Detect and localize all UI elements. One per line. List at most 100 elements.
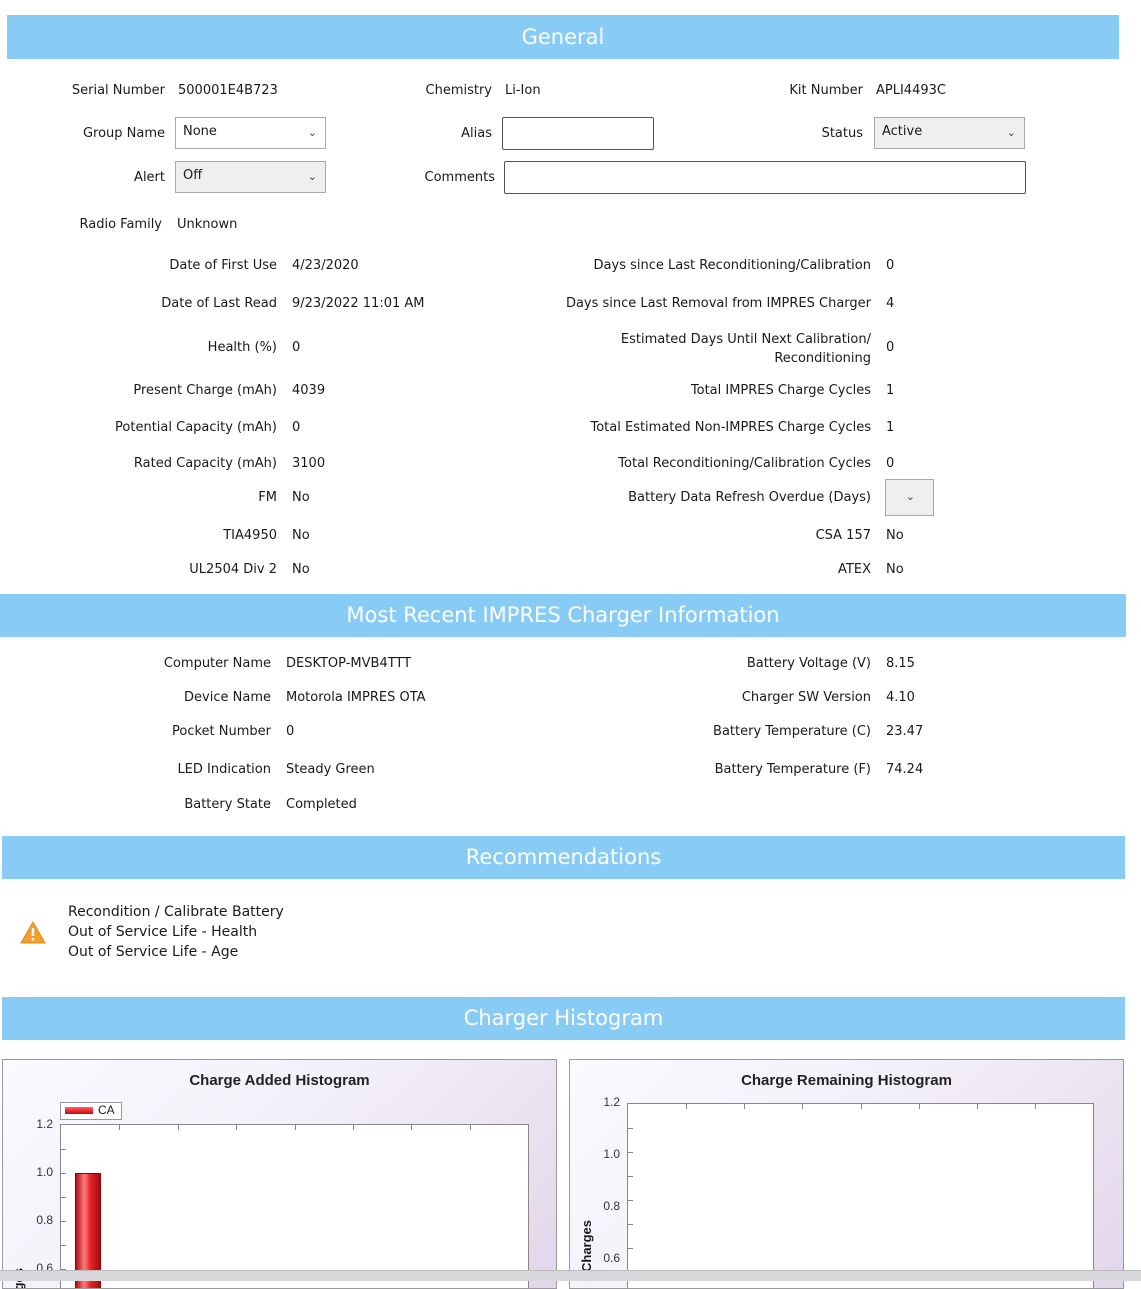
general-section-title: General — [521, 25, 605, 49]
est-days-next-cal-line2: Reconditioning — [774, 351, 871, 366]
charge-added-chart: Charge Added Histogram CA 1.2 1.0 0.8 0.… — [2, 1059, 557, 1289]
tia4950-label: TIA4950 — [223, 528, 277, 543]
ul2504-label: UL2504 Div 2 — [189, 562, 277, 577]
histogram-section-header: Charger Histogram — [2, 997, 1125, 1040]
atex-label: ATEX — [838, 562, 871, 577]
date-last-read-label: Date of Last Read — [161, 296, 277, 311]
group-name-dropdown[interactable]: None ⌄ — [175, 117, 326, 149]
alias-label: Alias — [461, 126, 492, 141]
status-label: Status — [821, 126, 863, 141]
group-name-label: Group Name — [82, 126, 165, 141]
refresh-overdue-dropdown[interactable]: ⌄ — [885, 479, 934, 516]
axis-tick — [744, 1104, 746, 1109]
radio-family-label: Radio Family — [79, 217, 163, 232]
legend-label-ca: CA — [98, 1103, 115, 1117]
horizontal-scrollbar[interactable] — [0, 1270, 1141, 1281]
rated-capacity-label: Rated Capacity (mAh) — [133, 456, 277, 471]
tia4950-value: No — [292, 528, 310, 543]
ul2504-value: No — [292, 562, 310, 577]
axis-tick — [628, 1152, 633, 1153]
y-tick-label: 1.2 — [603, 1095, 620, 1109]
recommendation-item: Out of Service Life - Age — [68, 944, 239, 960]
axis-tick — [61, 1197, 66, 1198]
battery-temp-c-value: 23.47 — [886, 724, 924, 739]
est-days-next-cal-label: Estimated Days Until Next Calibration/ R… — [621, 330, 871, 368]
comments-input[interactable] — [504, 161, 1026, 194]
kit-number-label: Kit Number — [789, 83, 863, 98]
charger-info-section-header: Most Recent IMPRES Charger Information — [0, 594, 1126, 637]
axis-tick — [61, 1245, 66, 1246]
days-since-recond-value: 0 — [886, 258, 895, 273]
chemistry-value: Li-Ion — [505, 83, 541, 98]
charge-added-chart-title: Charge Added Histogram — [189, 1072, 370, 1089]
atex-value: No — [886, 562, 904, 577]
alert-selected: Off — [183, 168, 203, 183]
radio-family-value: Unknown — [177, 217, 238, 232]
date-first-use-label: Date of First Use — [169, 258, 277, 273]
charger-info-section-title: Most Recent IMPRES Charger Information — [346, 603, 780, 627]
health-label: Health (%) — [207, 340, 277, 355]
chemistry-label: Chemistry — [425, 83, 493, 98]
histogram-section-title: Charger Histogram — [463, 1006, 664, 1030]
alias-input[interactable] — [502, 117, 654, 150]
days-since-recond-label: Days since Last Reconditioning/Calibrati… — [593, 258, 871, 273]
alert-dropdown[interactable]: Off ⌄ — [175, 161, 326, 193]
axis-tick — [352, 1125, 354, 1130]
est-days-next-cal-value: 0 — [886, 340, 895, 355]
led-indication-label: LED Indication — [177, 762, 271, 777]
axis-tick — [628, 1224, 633, 1225]
axis-tick — [1034, 1104, 1036, 1109]
general-section-header: General — [7, 15, 1119, 59]
csa157-value: No — [886, 528, 904, 543]
led-indication-value: Steady Green — [286, 762, 375, 777]
axis-tick — [177, 1125, 179, 1130]
axis-tick — [61, 1149, 66, 1150]
total-recond-cycles-label: Total Reconditioning/Calibration Cycles — [618, 456, 871, 471]
date-first-use-value: 4/23/2020 — [292, 258, 359, 273]
y-tick-label: 1.2 — [36, 1117, 53, 1131]
axis-tick — [628, 1176, 633, 1177]
recommendations-section-header: Recommendations — [2, 836, 1125, 879]
y-tick-label: 0.8 — [36, 1213, 53, 1227]
total-non-impres-cycles-value: 1 — [886, 420, 895, 435]
axis-tick — [628, 1200, 633, 1201]
y-tick-label: 0.8 — [603, 1199, 620, 1213]
fm-label: FM — [258, 490, 277, 505]
axis-tick — [918, 1104, 920, 1109]
axis-tick — [411, 1125, 413, 1130]
total-non-impres-cycles-label: Total Estimated Non-IMPRES Charge Cycles — [590, 420, 871, 435]
status-selected: Active — [882, 124, 923, 139]
axis-tick — [236, 1125, 238, 1130]
chevron-down-icon: ⌄ — [1006, 126, 1016, 139]
recommendations-section-title: Recommendations — [465, 845, 662, 869]
est-days-next-cal-line1: Estimated Days Until Next Calibration/ — [620, 332, 871, 347]
total-impres-cycles-label: Total IMPRES Charge Cycles — [690, 383, 871, 398]
alert-label: Alert — [134, 170, 165, 185]
status-dropdown[interactable]: Active ⌄ — [874, 117, 1025, 149]
chevron-down-icon: ⌄ — [307, 170, 317, 183]
battery-voltage-value: 8.15 — [886, 656, 915, 671]
recommendation-item: Out of Service Life - Health — [68, 924, 258, 940]
charge-added-plot-area — [60, 1124, 529, 1288]
device-name-label: Device Name — [184, 690, 271, 705]
chart-legend: CA — [60, 1102, 122, 1120]
battery-temp-f-value: 74.24 — [886, 762, 924, 777]
axis-tick — [469, 1125, 471, 1130]
potential-capacity-value: 0 — [292, 420, 301, 435]
health-value: 0 — [292, 340, 301, 355]
chevron-down-icon: ⌄ — [307, 126, 317, 139]
axis-tick — [61, 1173, 66, 1174]
pocket-number-label: Pocket Number — [172, 724, 271, 739]
y-tick-label: 1.0 — [603, 1147, 620, 1161]
axis-tick — [976, 1104, 978, 1109]
days-since-removal-value: 4 — [886, 296, 895, 311]
y-tick-label: 0.6 — [603, 1251, 620, 1265]
serial-number-value: 500001E4B723 — [178, 83, 278, 98]
y-tick-label: 1.0 — [36, 1165, 53, 1179]
recommendation-item: Recondition / Calibrate Battery — [68, 904, 284, 920]
battery-voltage-label: Battery Voltage (V) — [746, 656, 871, 671]
computer-name-label: Computer Name — [163, 656, 271, 671]
days-since-removal-label: Days since Last Removal from IMPRES Char… — [565, 296, 871, 311]
total-recond-cycles-value: 0 — [886, 456, 895, 471]
rated-capacity-value: 3100 — [292, 456, 326, 471]
